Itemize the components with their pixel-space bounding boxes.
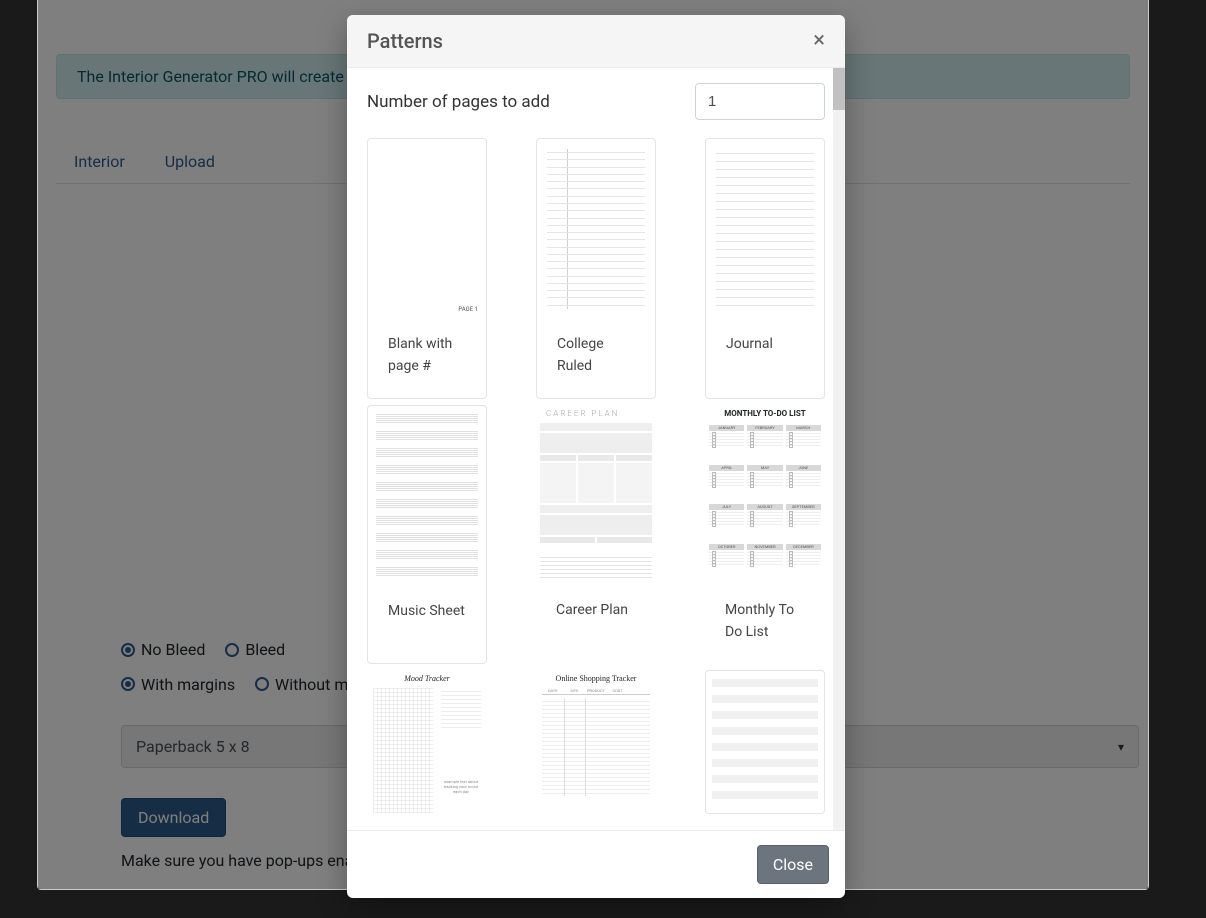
radio-icon — [255, 677, 269, 691]
no-bleed-option[interactable]: No Bleed — [121, 640, 205, 659]
with-margins-label: With margins — [141, 675, 235, 694]
tab-interior[interactable]: Interior — [56, 144, 143, 183]
modal-title: Patterns — [367, 29, 443, 53]
pattern-preview: MONTHLY TO-DO LIST JANUARYFEBRUARYMARCHA… — [705, 405, 825, 585]
size-value: Paperback 5 x 8 — [136, 737, 250, 756]
num-pages-label: Number of pages to add — [367, 92, 550, 112]
pattern-preview — [368, 406, 486, 586]
monthly-heading: MONTHLY TO-DO LIST — [705, 409, 825, 418]
pattern-striped[interactable] — [705, 670, 825, 814]
modal-scrollbar[interactable] — [833, 68, 845, 830]
pattern-label: Career Plan — [536, 585, 656, 653]
modal-header: Patterns × — [347, 15, 845, 68]
pattern-label: Blank with page # — [368, 319, 486, 398]
page-number-marker: PAGE 1 — [458, 306, 478, 313]
pattern-journal[interactable]: Journal — [705, 138, 825, 399]
bleed-option[interactable]: Bleed — [225, 640, 285, 659]
pattern-preview: Mood Tracker example text about tracking… — [367, 670, 487, 814]
pattern-preview — [706, 139, 824, 319]
mood-note: example text about tracking your mood ea… — [441, 779, 481, 794]
patterns-grid: PAGE 1 Blank with page # College Ruled — [367, 138, 825, 814]
download-button[interactable]: Download — [121, 798, 226, 837]
with-margins-option[interactable]: With margins — [121, 675, 235, 694]
modal-footer: Close — [347, 830, 845, 898]
chevron-down-icon: ▾ — [1118, 740, 1124, 754]
radio-icon — [121, 643, 135, 657]
pattern-blank[interactable]: PAGE 1 Blank with page # — [367, 138, 487, 399]
scrollbar-thumb[interactable] — [833, 68, 845, 110]
pattern-career-plan[interactable]: CAREER PLAN Caree — [536, 405, 656, 664]
tab-upload[interactable]: Upload — [147, 144, 233, 183]
no-bleed-label: No Bleed — [141, 640, 205, 659]
pattern-label: Journal — [706, 319, 824, 387]
radio-icon — [225, 643, 239, 657]
pattern-mood-tracker[interactable]: Mood Tracker example text about tracking… — [367, 670, 487, 814]
patterns-modal: Patterns × Number of pages to add PAGE 1… — [347, 15, 845, 898]
close-icon[interactable]: × — [813, 30, 825, 52]
num-pages-input[interactable] — [695, 83, 825, 120]
bleed-label: Bleed — [245, 640, 285, 659]
pattern-label: Music Sheet — [368, 586, 486, 654]
pattern-preview — [537, 139, 655, 319]
pattern-college-ruled[interactable]: College Ruled — [536, 138, 656, 399]
pattern-preview: Online Shopping Tracker DATESITEPRODUCTC… — [536, 670, 656, 814]
num-pages-row: Number of pages to add — [367, 83, 825, 120]
modal-body: Number of pages to add PAGE 1 Blank with… — [347, 68, 845, 830]
pattern-label: Monthly To Do List — [705, 585, 825, 664]
pattern-label: College Ruled — [537, 319, 655, 398]
modal-body-wrapper: Number of pages to add PAGE 1 Blank with… — [347, 68, 845, 830]
shopping-heading: Online Shopping Tracker — [536, 674, 656, 683]
pattern-preview: PAGE 1 — [368, 139, 486, 319]
mood-heading: Mood Tracker — [367, 674, 487, 683]
pattern-shopping-tracker[interactable]: Online Shopping Tracker DATESITEPRODUCTC… — [536, 670, 656, 814]
pattern-preview — [706, 671, 824, 813]
pattern-music-sheet[interactable]: Music Sheet — [367, 405, 487, 664]
career-heading: CAREER PLAN — [546, 409, 619, 418]
close-button[interactable]: Close — [757, 845, 829, 884]
radio-icon — [121, 677, 135, 691]
pattern-preview: CAREER PLAN — [536, 405, 656, 585]
pattern-monthly-todo[interactable]: MONTHLY TO-DO LIST JANUARYFEBRUARYMARCHA… — [705, 405, 825, 664]
